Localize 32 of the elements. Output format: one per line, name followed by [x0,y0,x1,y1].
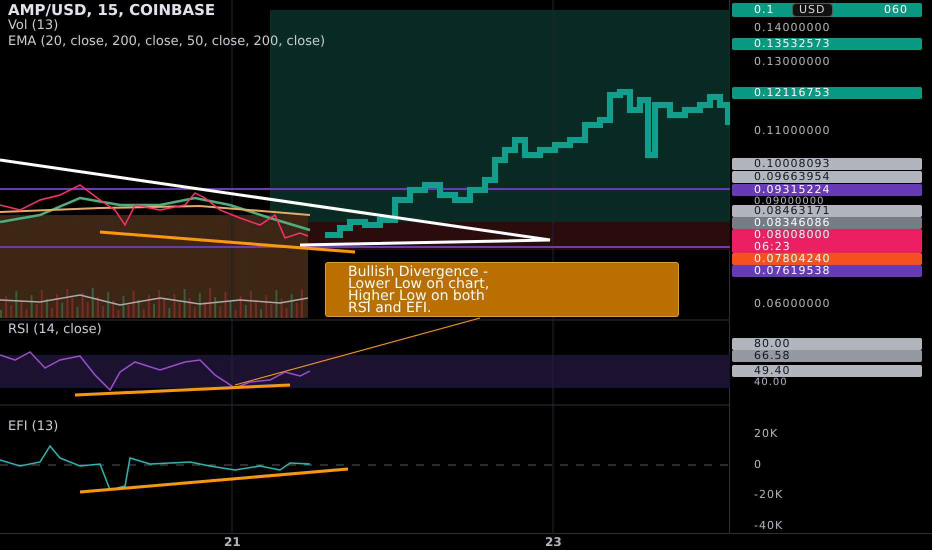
time-axis-label: 23 [545,535,562,549]
price-marker-label: 0.13532573 [732,38,922,50]
price-marker-label: 80.00 [732,338,922,350]
currency-badge[interactable]: USD [792,3,833,17]
price-marker-label: 66.58 [732,350,922,362]
axis-tick-label: 0.11000000 [753,125,832,137]
symbol-title: AMP/USD, 15, COINBASE [8,2,216,18]
price-marker-label: 0.07804240 [732,253,922,265]
time-axis-label: 21 [224,535,241,549]
price-marker-label: 0.07619538 [732,265,922,277]
price-marker-label: 0.12116753 [732,87,922,99]
price-marker-label: 0.09315224 [732,184,922,196]
indicator-legend: Vol (13) [8,18,58,34]
axis-tick-label: 0 [753,459,763,471]
price-marker-label: 49.40 [732,365,922,377]
callout-note: Bullish Divergence - Lower Low on chart, Higher Low on both RSI and EFI. [325,262,679,317]
price-marker-label: 0.10008093 [732,158,922,170]
axis-tick-label: 0.14000000 [753,22,832,34]
price-marker-label: 0.09663954 [732,171,922,183]
axis-tick-label: 20K [753,428,780,440]
price-marker-label: 0.08346086 [732,217,922,229]
axis-tick-label: 0.13000000 [753,56,832,68]
price-marker-label: 0.08008000 06:23 [732,229,922,253]
indicator-legend: EMA (20, close, 200, close, 50, close, 200, close) [8,34,326,50]
axis-tick-label: 0.06000000 [753,298,832,310]
price-marker-label: 0.08463171 [732,205,922,217]
axis-tick-label: 40.00 [753,377,789,387]
indicator-legend: EFI (13) [8,419,58,435]
axis-tick-label: 0.09000000 [753,196,824,206]
axis-tick-label: -40K [753,520,784,532]
indicator-legend: RSI (14, close) [8,322,102,338]
axis-tick-label: -20K [753,489,784,501]
